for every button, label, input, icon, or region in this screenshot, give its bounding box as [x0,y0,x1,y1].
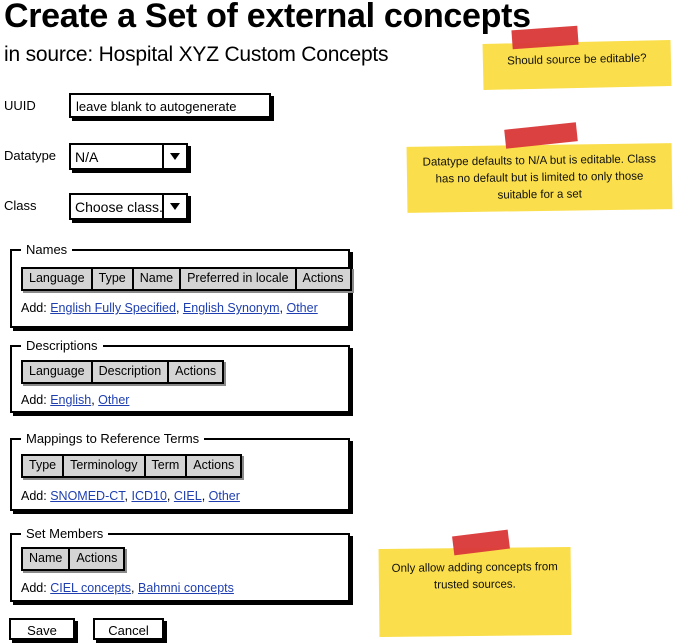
add-label: Add: [21,581,47,595]
datatype-label: Datatype [4,148,57,163]
uuid-label: UUID [4,98,36,113]
column-header: Actions [193,458,235,472]
add-label: Add: [21,489,47,503]
class-select[interactable]: Choose class... [69,193,188,220]
names-add-row: Add: English Fully Specified, English Sy… [21,301,318,315]
page-title: Create a Set of external concepts [4,0,531,35]
descriptions-table-header: Language Description Actions [21,360,225,384]
add-link-english-synonym[interactable]: English Synonym [183,301,280,315]
column-header: Description [93,362,170,382]
column-header: Type [23,456,65,476]
set-members-table-header: Name Actions [21,547,126,571]
add-link-english[interactable]: English [50,393,91,407]
column-header: Language [23,269,93,289]
column-header: Actions [175,364,217,378]
chevron-down-icon[interactable] [162,145,186,168]
sticky-note-body: Should source be editable? [482,40,672,90]
form-row-datatype: Datatype N/A [0,142,360,172]
form-row-class: Class Choose class... [0,192,360,222]
mappings-legend: Mappings to Reference Terms [21,431,205,446]
sticky-note-body: Only allow adding concepts from trusted … [378,546,572,638]
sticky-note-body: Datatype defaults to N/A but is editable… [406,143,673,213]
names-table-header: Language Type Name Preferred in locale A… [21,267,352,291]
add-label: Add: [21,301,47,315]
save-button[interactable]: Save [9,618,75,640]
page-subtitle: in source: Hospital XYZ Custom Concepts [4,43,389,66]
uuid-input[interactable]: leave blank to autogenerate [69,93,271,118]
column-header: Preferred in locale [181,269,297,289]
datatype-select[interactable]: N/A [69,143,188,170]
column-header: Type [93,269,134,289]
chevron-down-icon[interactable] [162,195,186,218]
set-members-add-row: Add: CIEL concepts, Bahmni concepts [21,581,234,595]
add-label: Add: [21,393,47,407]
add-link-bahmni-concepts[interactable]: Bahmni concepts [138,581,234,595]
add-link-other[interactable]: Other [209,489,240,503]
descriptions-legend: Descriptions [21,338,103,353]
cancel-button[interactable]: Cancel [93,618,164,640]
add-link-ciel-concepts[interactable]: CIEL concepts [50,581,131,595]
add-link-english-fully-specified[interactable]: English Fully Specified [50,301,176,315]
column-header: Language [23,362,93,382]
add-link-other[interactable]: Other [98,393,129,407]
class-select-value: Choose class... [75,199,162,215]
descriptions-fieldset: Descriptions Language Description Action… [10,338,350,413]
mappings-add-row: Add: SNOMED-CT, ICD10, CIEL, Other [21,489,240,503]
mappings-fieldset: Mappings to Reference Terms Type Termino… [10,431,350,511]
sticky-note-text: Should source be editable? [507,52,647,68]
names-legend: Names [21,242,73,257]
names-fieldset: Names Language Type Name Preferred in lo… [10,242,352,328]
add-link-ciel[interactable]: CIEL [174,489,202,503]
sticky-note-text: Datatype defaults to N/A but is editable… [422,153,656,202]
column-header: Terminology [64,456,146,476]
set-members-fieldset: Set Members Name Actions Add: CIEL conce… [10,526,350,602]
sticky-note-text: Only allow adding concepts from trusted … [391,561,558,592]
datatype-select-value: N/A [75,149,99,165]
add-link-icd10[interactable]: ICD10 [131,489,166,503]
column-header: Term [146,456,188,476]
class-label: Class [4,198,37,213]
column-header: Name [134,269,182,289]
add-link-other[interactable]: Other [286,301,317,315]
mappings-table-header: Type Terminology Term Actions [21,454,243,478]
column-header: Actions [302,271,344,285]
set-members-legend: Set Members [21,526,109,541]
form-row-uuid: UUID leave blank to autogenerate [0,92,360,122]
descriptions-add-row: Add: English, Other [21,393,130,407]
add-link-snomed-ct[interactable]: SNOMED-CT [50,489,124,503]
column-header: Name [23,549,71,569]
column-header: Actions [76,551,118,565]
